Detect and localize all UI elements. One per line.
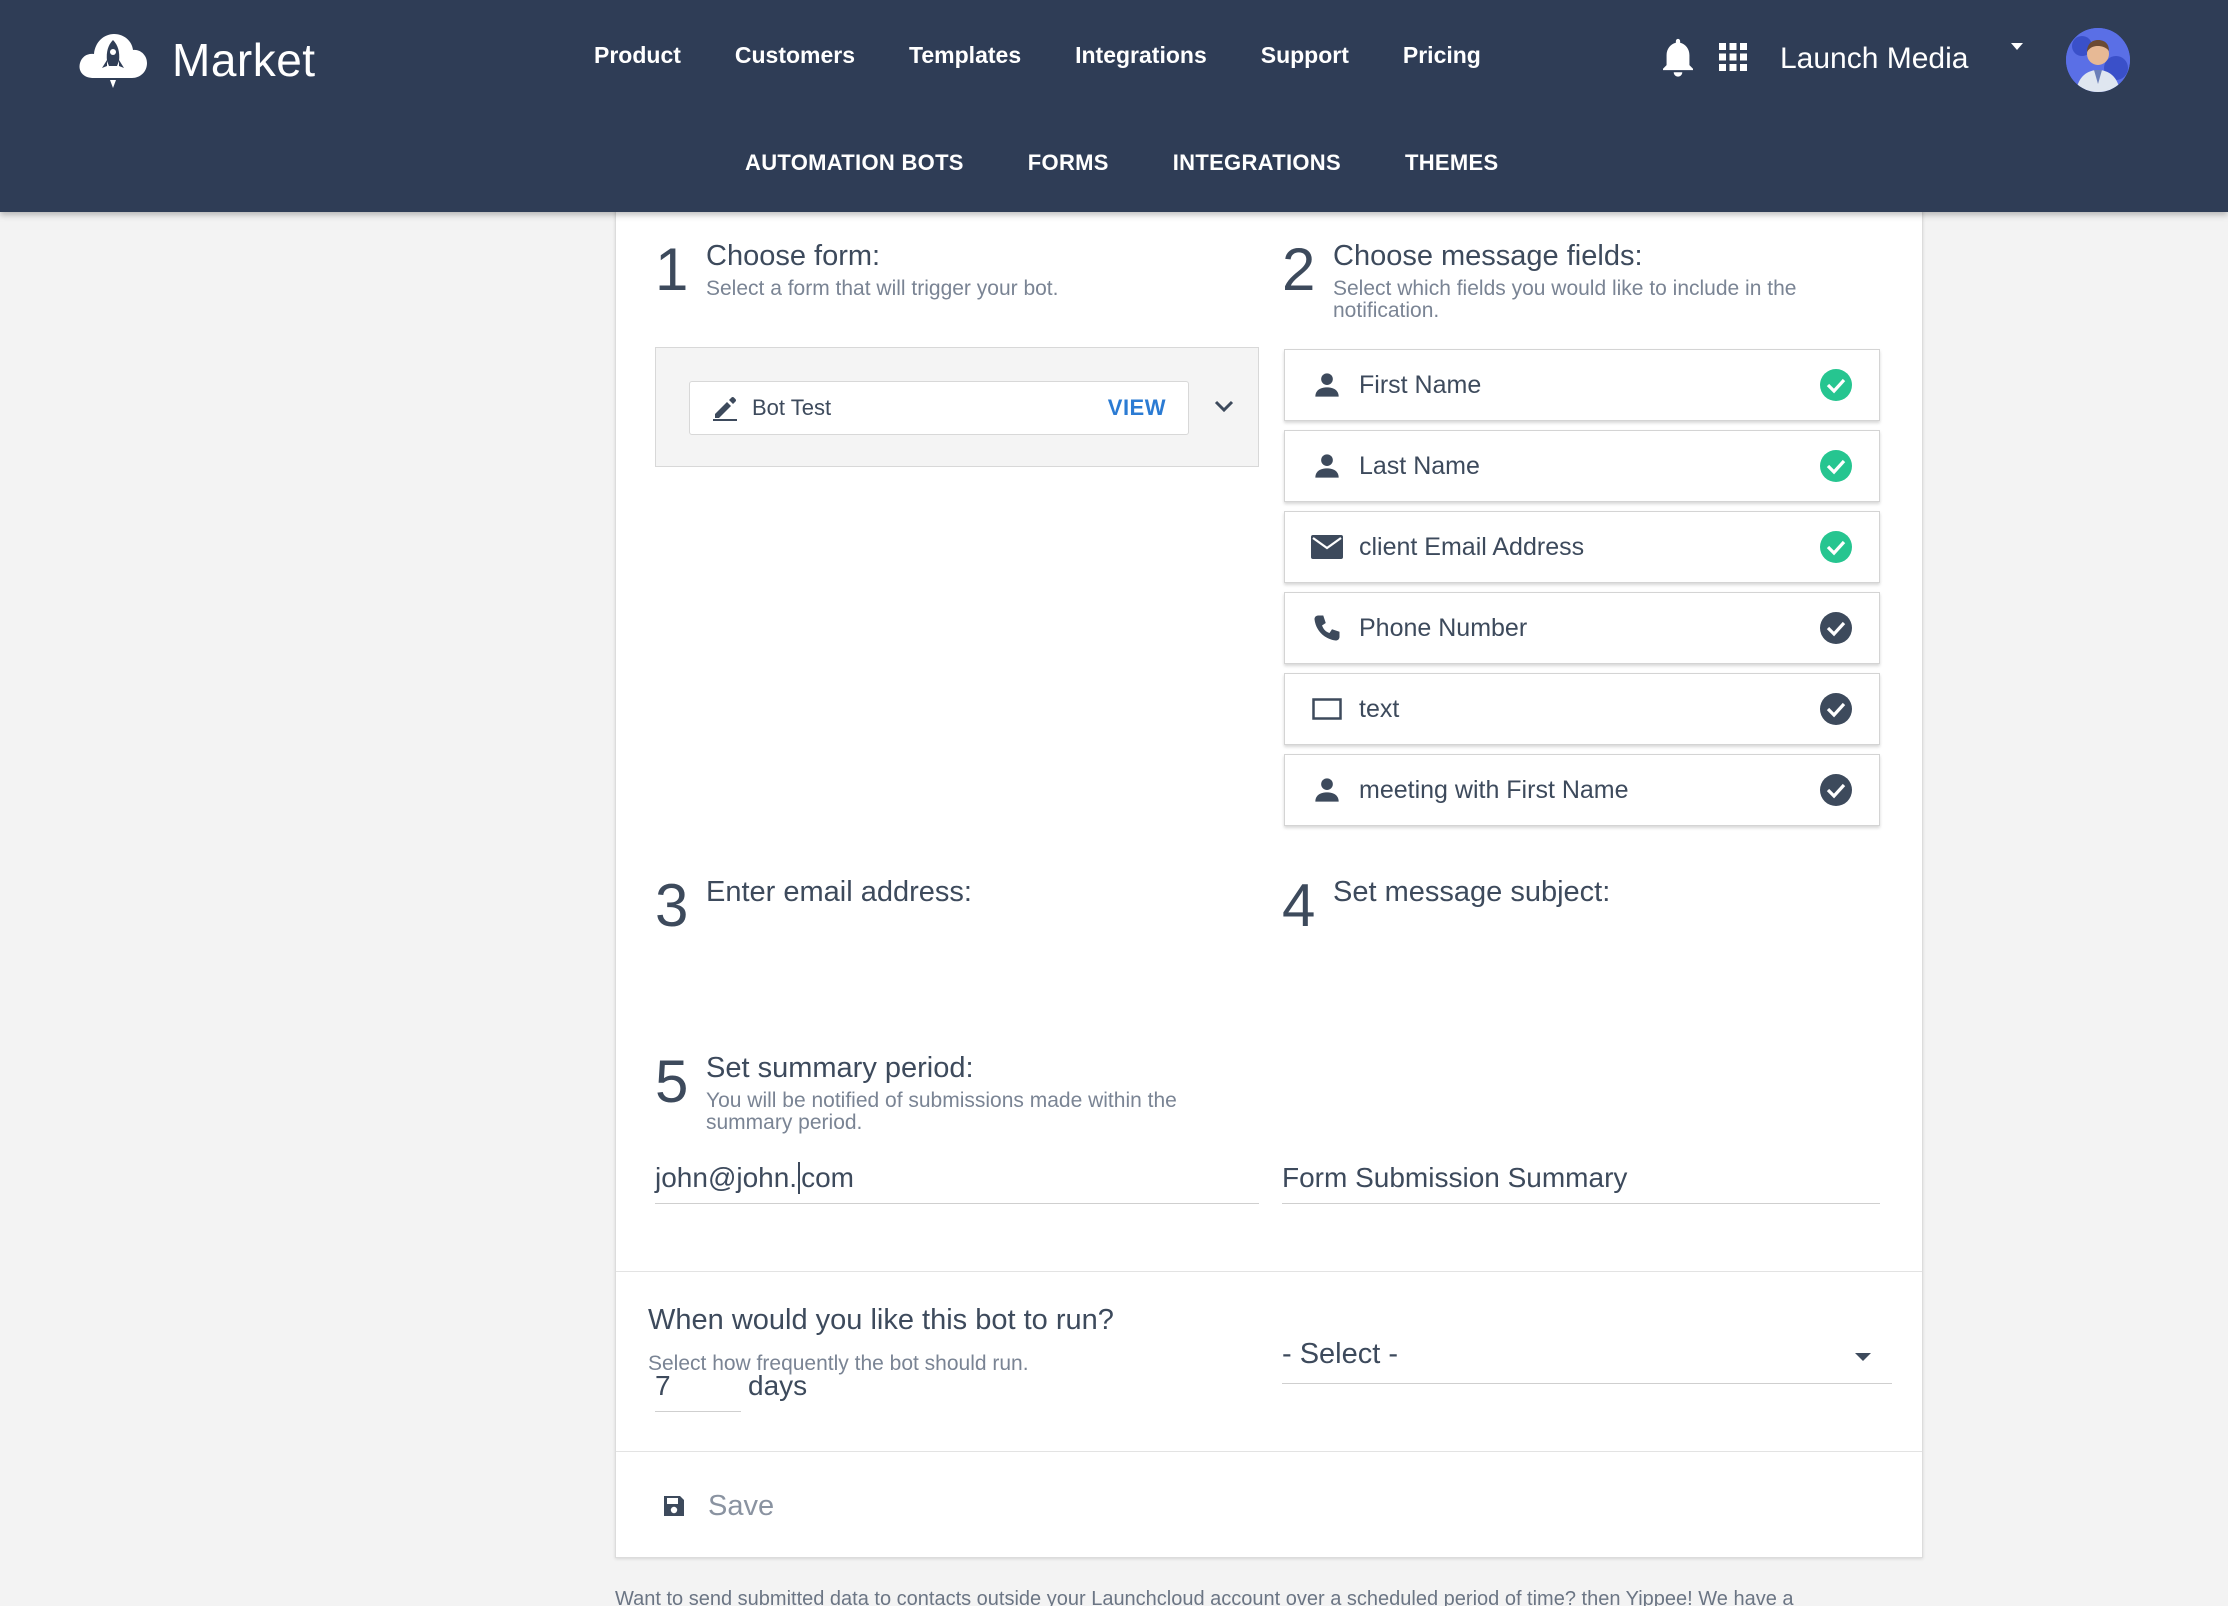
view-form-link[interactable]: VIEW bbox=[1108, 395, 1166, 421]
phone-icon bbox=[1311, 612, 1343, 644]
subnav-forms[interactable]: FORMS bbox=[1028, 150, 1109, 176]
field-label: text bbox=[1359, 694, 1400, 723]
step-title: Set message subject: bbox=[1333, 876, 1611, 908]
save-label: Save bbox=[708, 1489, 775, 1522]
subject-value: Form Submission Summary bbox=[1282, 1161, 1628, 1193]
nav-pricing[interactable]: Pricing bbox=[1403, 42, 1481, 69]
check-circle-icon[interactable] bbox=[1819, 773, 1853, 807]
step-subtitle-line: You will be notified of submissions made… bbox=[706, 1089, 1177, 1112]
field-label: meeting with First Name bbox=[1359, 775, 1629, 804]
header-account-area: Launch Media bbox=[1528, 28, 2228, 92]
brand-name: Market bbox=[172, 34, 316, 86]
step-number: 2 bbox=[1282, 236, 1316, 303]
bell-icon[interactable] bbox=[1660, 38, 1696, 78]
pencil-icon bbox=[713, 396, 737, 421]
select-value: - Select - bbox=[1282, 1338, 1399, 1370]
field-label: Phone Number bbox=[1359, 613, 1528, 642]
nav-support[interactable]: Support bbox=[1261, 42, 1349, 69]
person-icon bbox=[1311, 369, 1343, 401]
floppy-disk-icon bbox=[664, 1496, 684, 1516]
user-avatar-icon bbox=[2066, 28, 2130, 92]
nav-integrations[interactable]: Integrations bbox=[1075, 42, 1207, 69]
step-number: 5 bbox=[655, 1048, 689, 1115]
avatar[interactable] bbox=[2066, 28, 2130, 92]
field-label: Last Name bbox=[1359, 451, 1480, 480]
step-subtitle: Select a form that will trigger your bot… bbox=[706, 277, 1059, 300]
step-subtitle-line: summary period. bbox=[706, 1111, 863, 1134]
step-number: 3 bbox=[655, 872, 689, 939]
top-navigation-bar: Market Product Customers Templates Integ… bbox=[0, 0, 2228, 212]
step-number: 4 bbox=[1282, 872, 1316, 939]
check-circle-selected-icon[interactable] bbox=[1819, 530, 1853, 564]
selected-form-name: Bot Test bbox=[752, 395, 832, 420]
email-value-start: john@john. bbox=[655, 1161, 798, 1193]
field-label: client Email Address bbox=[1359, 532, 1585, 561]
message-subject-field[interactable]: Form Submission Summary bbox=[1282, 1152, 1880, 1204]
divider bbox=[616, 1271, 1922, 1272]
account-name[interactable]: Launch Media bbox=[1780, 42, 1968, 76]
step-choose-fields: 2 Choose message fields: Select which fi… bbox=[1282, 240, 1902, 330]
email-address-field[interactable]: john@john. com bbox=[655, 1152, 1259, 1204]
check-circle-icon[interactable] bbox=[1819, 692, 1853, 726]
chevron-down-icon[interactable] bbox=[1212, 396, 1236, 416]
step-subtitle-line: notification. bbox=[1333, 299, 1440, 322]
subnav-themes[interactable]: THEMES bbox=[1405, 150, 1498, 176]
step-message-subject: 4 Set message subject: bbox=[1282, 876, 1902, 946]
run-schedule-subtitle: Select how frequently the bot should run… bbox=[648, 1352, 1029, 1375]
save-button[interactable]: Save bbox=[662, 1486, 774, 1526]
divider bbox=[616, 1451, 1922, 1452]
person-icon bbox=[1311, 450, 1343, 482]
textbox-icon bbox=[1311, 693, 1343, 725]
run-frequency-select[interactable]: - Select - bbox=[1282, 1330, 1892, 1384]
step-subtitle-line: Select which fields you would like to in… bbox=[1333, 277, 1797, 300]
field-first-name[interactable]: First Name bbox=[1284, 349, 1880, 421]
check-circle-selected-icon[interactable] bbox=[1819, 449, 1853, 483]
envelope-icon bbox=[1311, 531, 1343, 563]
sub-nav: AUTOMATION BOTS FORMS INTEGRATIONS THEME… bbox=[745, 150, 1498, 176]
nav-templates[interactable]: Templates bbox=[909, 42, 1021, 69]
step-subtitle: Select which fields you would like to in… bbox=[1333, 278, 1796, 322]
check-circle-icon[interactable] bbox=[1819, 611, 1853, 645]
selected-form-chip[interactable]: Bot Test VIEW bbox=[689, 381, 1189, 435]
nav-customers[interactable]: Customers bbox=[735, 42, 855, 69]
brand-logo[interactable]: Market bbox=[76, 28, 316, 92]
step-email-address: 3 Enter email address: bbox=[655, 876, 1275, 946]
step-subtitle: You will be notified of submissions made… bbox=[706, 1090, 1177, 1134]
nav-product[interactable]: Product bbox=[594, 42, 681, 69]
field-meeting-with-first-name[interactable]: meeting with First Name bbox=[1284, 754, 1880, 826]
text-cursor bbox=[798, 1161, 801, 1194]
subnav-integrations[interactable]: INTEGRATIONS bbox=[1173, 150, 1341, 176]
step-number: 1 bbox=[655, 236, 689, 303]
caret-down-icon[interactable] bbox=[2010, 42, 2024, 52]
field-phone-number[interactable]: Phone Number bbox=[1284, 592, 1880, 664]
step-title: Choose form: bbox=[706, 240, 881, 272]
footer-description: Want to send submitted data to contacts … bbox=[615, 1588, 1794, 1606]
message-field-list: First Name Last Name client Email Addres… bbox=[1284, 349, 1880, 835]
apps-grid-icon[interactable] bbox=[1718, 42, 1748, 72]
main-nav: Product Customers Templates Integrations… bbox=[594, 42, 1481, 69]
step-title: Set summary period: bbox=[706, 1052, 974, 1084]
field-label: First Name bbox=[1359, 370, 1482, 399]
run-schedule-title: When would you like this bot to run? bbox=[648, 1304, 1114, 1336]
step-title: Enter email address: bbox=[706, 876, 972, 908]
check-circle-selected-icon[interactable] bbox=[1819, 368, 1853, 402]
subnav-automation-bots[interactable]: AUTOMATION BOTS bbox=[745, 150, 964, 176]
field-text[interactable]: text bbox=[1284, 673, 1880, 745]
person-icon bbox=[1311, 774, 1343, 806]
cloud-rocket-logo-icon bbox=[79, 34, 147, 88]
caret-down-icon bbox=[1855, 1353, 1871, 1361]
field-client-email[interactable]: client Email Address bbox=[1284, 511, 1880, 583]
email-value-end: com bbox=[801, 1161, 854, 1193]
step-title: Choose message fields: bbox=[1333, 240, 1643, 272]
form-selector: Bot Test VIEW bbox=[655, 347, 1259, 467]
step-summary-period: 5 Set summary period: You will be notifi… bbox=[655, 1052, 1275, 1142]
step-choose-form: 1 Choose form: Select a form that will t… bbox=[655, 240, 1275, 320]
bot-settings-card: 1 Choose form: Select a form that will t… bbox=[615, 200, 1923, 1558]
field-last-name[interactable]: Last Name bbox=[1284, 430, 1880, 502]
